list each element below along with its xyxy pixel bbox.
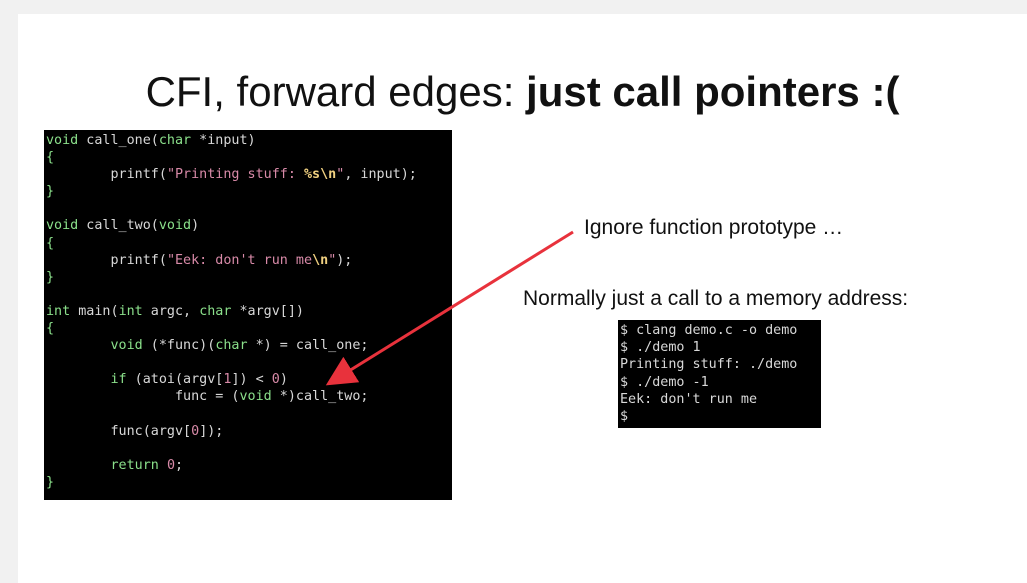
- code-line: }: [46, 269, 55, 285]
- code-line: }: [46, 474, 55, 490]
- terminal-line: $ clang demo.c -o demo: [620, 323, 798, 338]
- terminal-line: Printing stuff: ./demo: [620, 357, 798, 373]
- code-line: {: [46, 150, 55, 166]
- code-line: if (atoi(argv[1]) < 0): [110, 372, 288, 388]
- terminal-line: Eek: don't run me: [620, 391, 758, 407]
- code-line: return 0;: [110, 457, 184, 473]
- terminal-line: $ ./demo -1: [620, 374, 709, 390]
- code-line: }: [46, 184, 55, 200]
- code-line: {: [46, 321, 55, 337]
- code-panel: void call_one(char *input) { printf("Prin…: [44, 130, 452, 500]
- note-ignore-prototype: Ignore function prototype …: [584, 216, 844, 239]
- terminal-output: $ clang demo.c -o demo $ ./demo 1 Printing…: [618, 320, 821, 428]
- code-line: printf("Printing stuff: %s\n", input);: [46, 167, 417, 183]
- title-bold: just call pointers :(: [526, 68, 900, 115]
- slide-title: CFI, forward edges: just call pointers :…: [18, 68, 1027, 116]
- code-line: {: [46, 235, 55, 251]
- code-line: void call_one(char *input): [46, 133, 256, 148]
- code-line: int main(int argc, char *argv[]): [46, 303, 304, 319]
- terminal-line: $: [620, 408, 629, 424]
- code-line: func(argv[0]);: [46, 423, 224, 439]
- code-line: printf("Eek: don't run me\n");: [46, 252, 353, 268]
- note-memory-address: Normally just a call to a memory address…: [523, 287, 909, 310]
- terminal-line: $ ./demo 1: [620, 340, 701, 356]
- title-plain: CFI, forward edges:: [145, 68, 527, 115]
- code-line: void call_two(void): [46, 218, 200, 234]
- code-line: func = (void *)call_two;: [46, 389, 369, 405]
- code-line: void (*func)(char *) = call_one;: [110, 338, 369, 354]
- slide: CFI, forward edges: just call pointers :…: [18, 14, 1027, 583]
